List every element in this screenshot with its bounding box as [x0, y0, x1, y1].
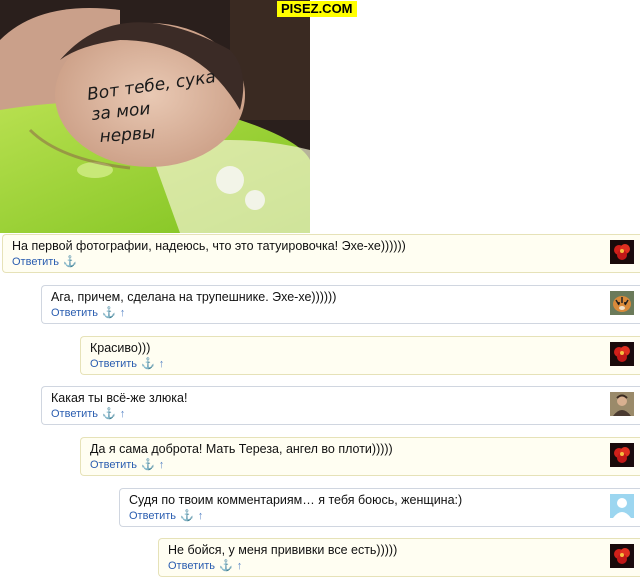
- forehead-photo: Вот тебе, сука за мои нервы: [0, 0, 310, 233]
- comment-1: На первой фотографии, надеюсь, что это т…: [2, 234, 640, 273]
- comment-text: Да я сама доброта! Мать Тереза, ангел во…: [90, 442, 393, 456]
- anchor-icon[interactable]: ⚓: [219, 560, 233, 572]
- anchor-icon[interactable]: ⚓: [102, 307, 116, 319]
- anchor-icon[interactable]: ⚓: [141, 459, 155, 471]
- person-avatar[interactable]: [610, 392, 634, 416]
- comment-4: Какая ты всё-же злюка! Ответить ⚓ ↑: [41, 386, 640, 425]
- comment-2: Ага, причем, сделана на трупешнике. Эхе-…: [41, 285, 640, 324]
- up-arrow-icon[interactable]: ↑: [237, 560, 243, 572]
- flower-red-avatar[interactable]: [610, 342, 634, 366]
- up-arrow-icon[interactable]: ↑: [159, 358, 165, 370]
- up-arrow-icon[interactable]: ↑: [159, 459, 165, 471]
- flower-red-avatar[interactable]: [610, 544, 634, 568]
- comment-text: Красиво))): [90, 341, 151, 355]
- comment-text: Судя по твоим комментариям… я тебя боюсь…: [129, 493, 463, 507]
- reply-link[interactable]: Ответить: [90, 358, 137, 370]
- reply-link[interactable]: Ответить: [51, 307, 98, 319]
- watermark: PISEZ.COM: [277, 1, 357, 17]
- up-arrow-icon[interactable]: ↑: [198, 510, 204, 522]
- comment-6: Судя по твоим комментариям… я тебя боюсь…: [119, 488, 640, 527]
- anchor-icon[interactable]: ⚓: [102, 408, 116, 420]
- up-arrow-icon[interactable]: ↑: [120, 408, 126, 420]
- comment-7: Не бойся, у меня прививки все есть))))) …: [158, 538, 640, 577]
- anchor-icon[interactable]: ⚓: [141, 358, 155, 370]
- default-user-avatar[interactable]: [610, 494, 634, 518]
- reply-link[interactable]: Ответить: [129, 510, 176, 522]
- comment-text: Какая ты всё-же злюка!: [51, 391, 188, 405]
- anchor-icon[interactable]: ⚓: [180, 510, 194, 522]
- reply-link[interactable]: Ответить: [12, 256, 59, 268]
- flower-red-avatar[interactable]: [610, 443, 634, 467]
- reply-link[interactable]: Ответить: [168, 560, 215, 572]
- up-arrow-icon[interactable]: ↑: [120, 307, 126, 319]
- comment-text: Не бойся, у меня прививки все есть))))): [168, 543, 398, 557]
- anchor-icon[interactable]: ⚓: [63, 256, 77, 268]
- comment-text: Ага, причем, сделана на трупешнике. Эхе-…: [51, 290, 337, 304]
- comment-5: Да я сама доброта! Мать Тереза, ангел во…: [80, 437, 640, 476]
- tiger-avatar[interactable]: [610, 291, 634, 315]
- comment-text: На первой фотографии, надеюсь, что это т…: [12, 239, 406, 253]
- comment-3: Красиво))) Ответить ⚓ ↑: [80, 336, 640, 375]
- reply-link[interactable]: Ответить: [90, 459, 137, 471]
- forehead-line-3: нервы: [99, 123, 156, 147]
- flower-red-avatar[interactable]: [610, 240, 634, 264]
- reply-link[interactable]: Ответить: [51, 408, 98, 420]
